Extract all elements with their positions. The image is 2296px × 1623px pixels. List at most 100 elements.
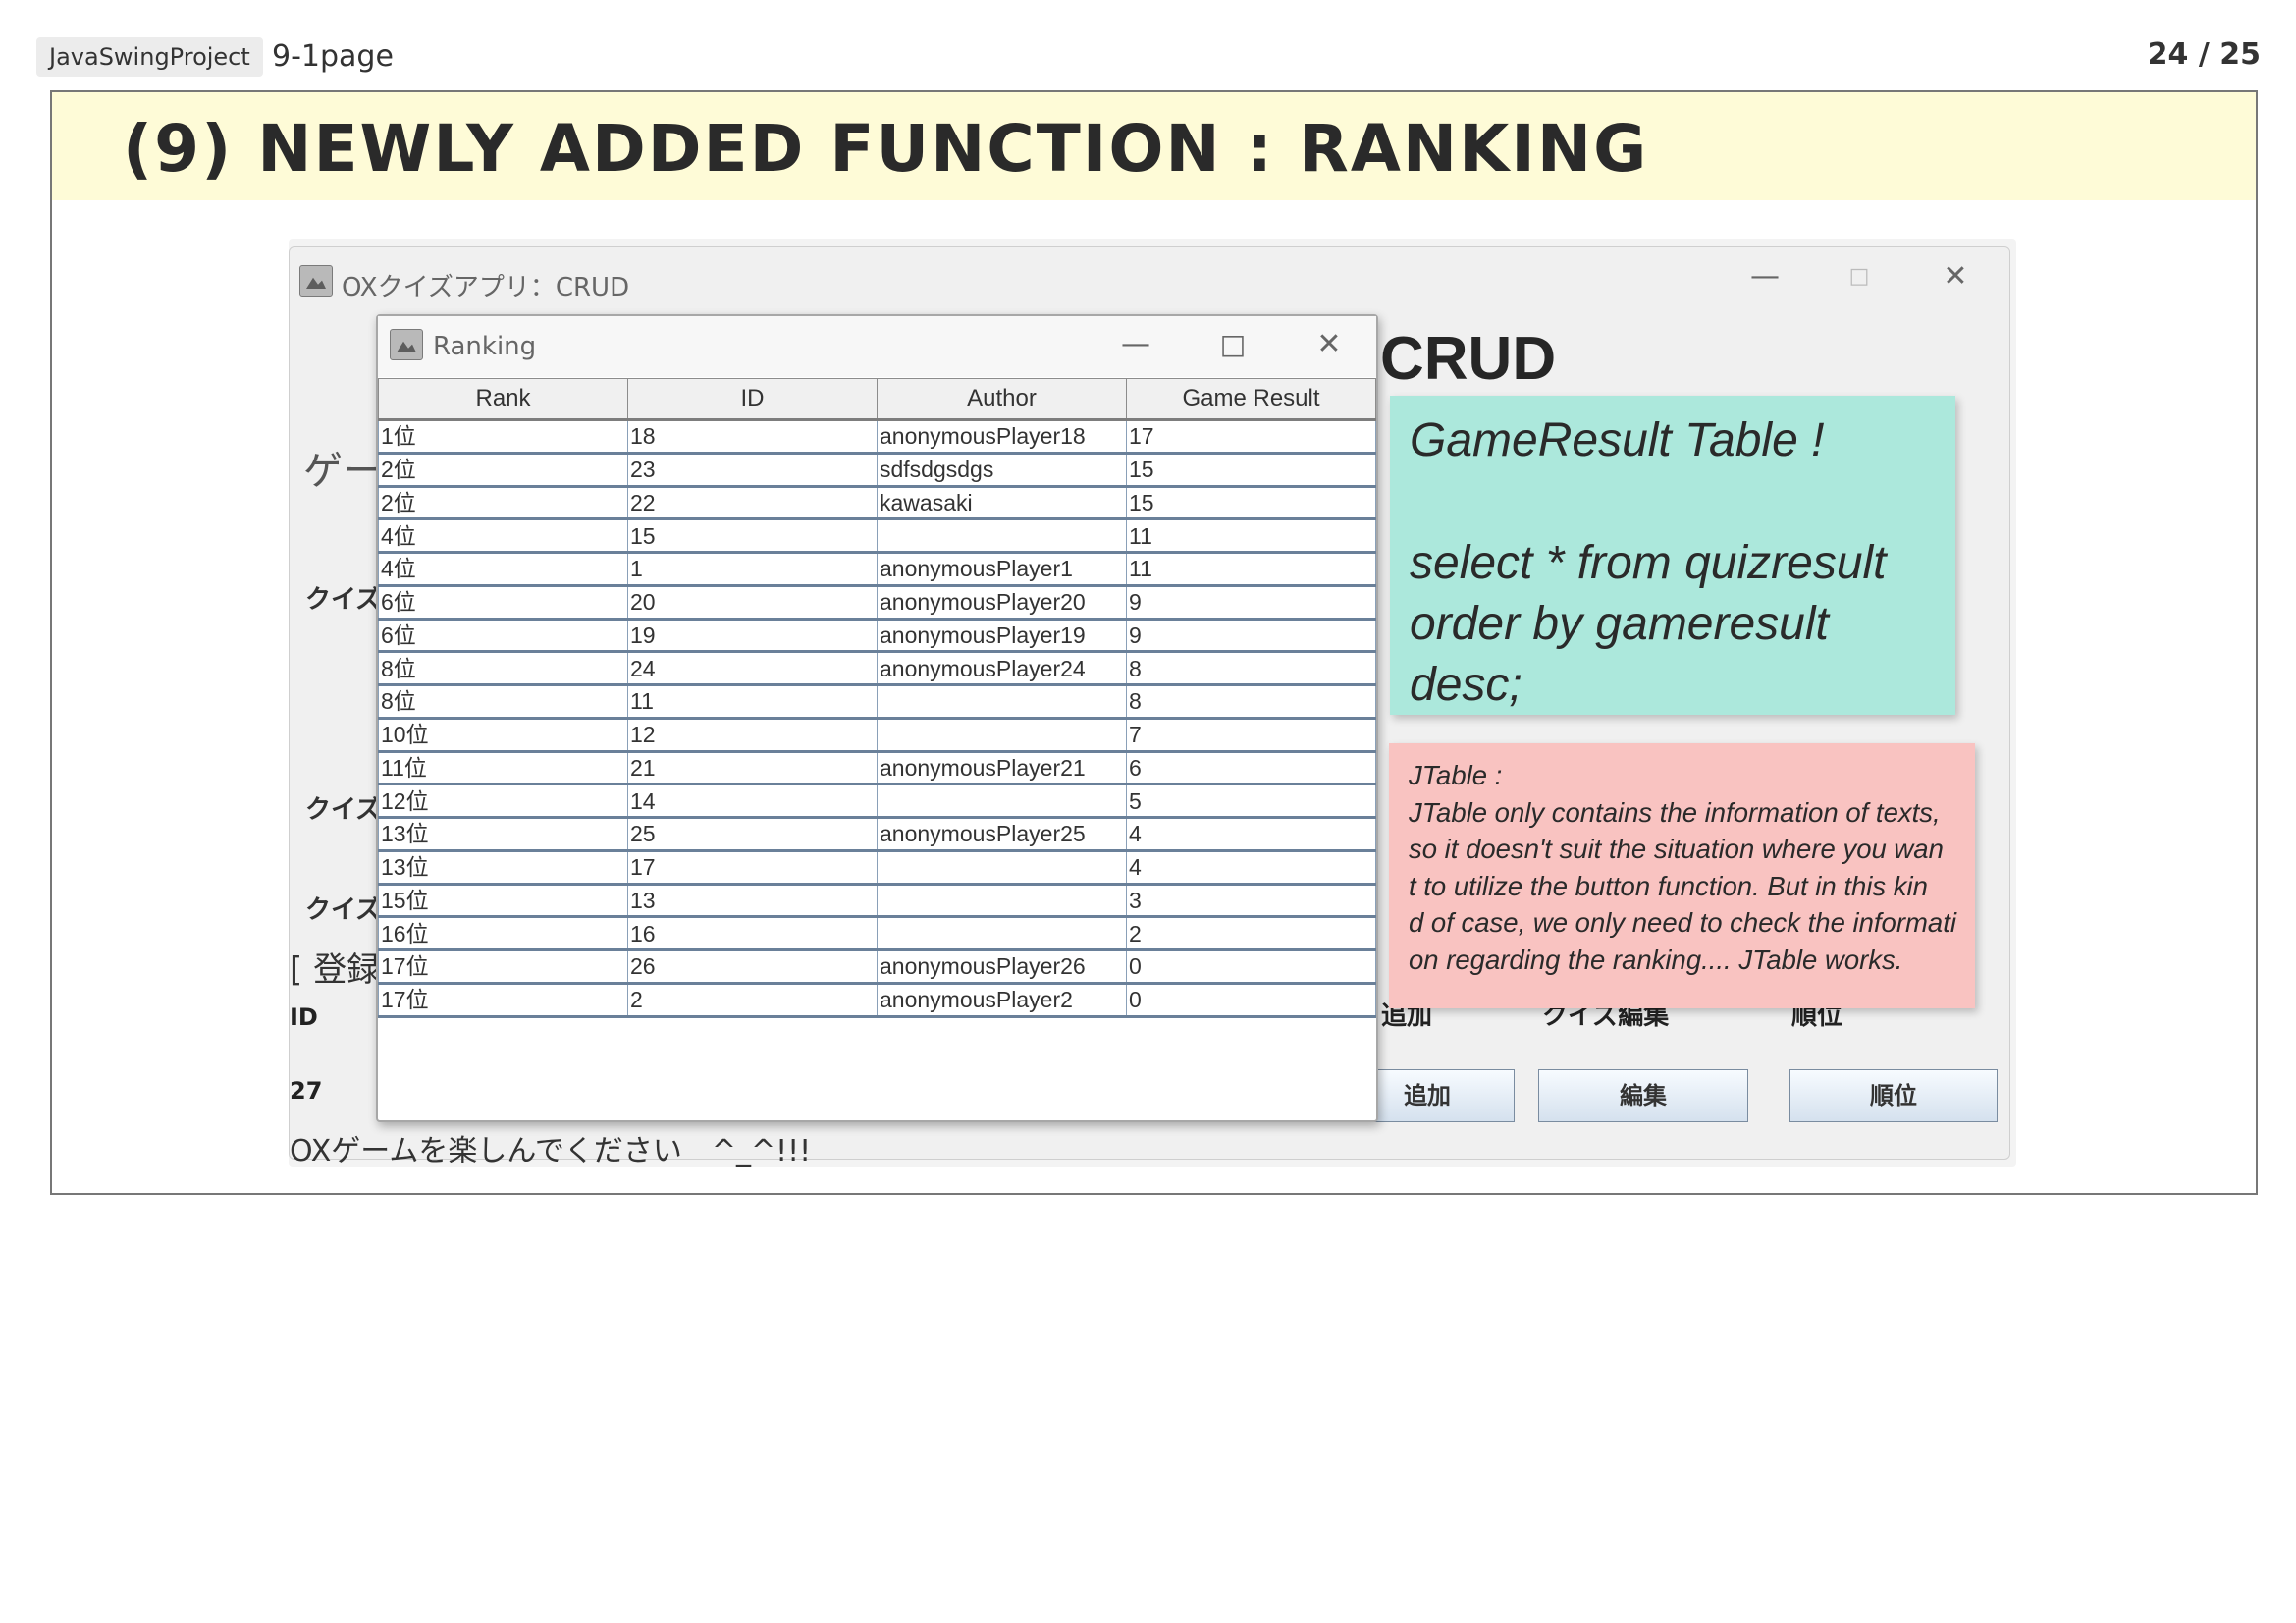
table-row[interactable]: 15位 13 3 <box>378 883 1376 919</box>
game-result-cell[interactable]: 17 <box>1126 419 1376 455</box>
id-cell[interactable]: 11 <box>627 684 878 720</box>
game-result-cell[interactable]: 11 <box>1126 552 1376 587</box>
game-result-cell[interactable]: 3 <box>1126 883 1376 919</box>
id-cell[interactable]: 22 <box>627 485 878 521</box>
author-cell[interactable] <box>877 684 1127 720</box>
rank-cell[interactable]: 6位 <box>378 618 628 654</box>
author-cell[interactable]: anonymousPlayer21 <box>877 750 1127 786</box>
ranking-table[interactable]: Rank ID Author Game Result 1位 18 anonymous… <box>378 378 1376 1018</box>
rank-cell[interactable]: 4位 <box>378 552 628 587</box>
game-result-cell[interactable]: 9 <box>1126 584 1376 621</box>
author-cell[interactable] <box>877 849 1127 886</box>
id-cell[interactable]: 16 <box>627 916 878 951</box>
table-row[interactable]: 11位 21 anonymousPlayer21 6 <box>378 750 1376 786</box>
rank-cell[interactable]: 4位 <box>378 518 628 554</box>
author-cell[interactable]: sdfsdgsdgs <box>877 452 1127 488</box>
table-row[interactable]: 16位 16 2 <box>378 916 1376 951</box>
game-result-cell[interactable]: 8 <box>1126 684 1376 720</box>
rank-cell[interactable]: 15位 <box>378 883 628 919</box>
table-row[interactable]: 4位 15 11 <box>378 518 1376 554</box>
game-result-cell[interactable]: 0 <box>1126 982 1376 1018</box>
rank-cell[interactable]: 17位 <box>378 949 628 985</box>
game-result-cell[interactable]: 15 <box>1126 452 1376 488</box>
id-cell[interactable]: 15 <box>627 518 878 554</box>
column-header-author[interactable]: Author <box>877 378 1127 421</box>
table-row[interactable]: 13位 25 anonymousPlayer25 4 <box>378 817 1376 852</box>
rank-cell[interactable]: 17位 <box>378 982 628 1018</box>
table-row[interactable]: 6位 19 anonymousPlayer19 9 <box>378 618 1376 654</box>
rank-cell[interactable]: 2位 <box>378 452 628 488</box>
maximize-icon[interactable]: □ <box>1835 257 1884 297</box>
author-cell[interactable] <box>877 784 1127 819</box>
author-cell[interactable]: anonymousPlayer18 <box>877 419 1127 455</box>
edit-button[interactable]: 編集 <box>1538 1069 1748 1122</box>
table-row[interactable]: 10位 12 7 <box>378 717 1376 753</box>
author-cell[interactable]: anonymousPlayer24 <box>877 651 1127 686</box>
game-result-cell[interactable]: 8 <box>1126 651 1376 686</box>
game-result-cell[interactable]: 4 <box>1126 817 1376 852</box>
game-result-cell[interactable]: 9 <box>1126 618 1376 654</box>
table-row[interactable]: 6位 20 anonymousPlayer20 9 <box>378 584 1376 621</box>
id-cell[interactable]: 21 <box>627 750 878 786</box>
id-cell[interactable]: 14 <box>627 784 878 819</box>
rank-cell[interactable]: 2位 <box>378 485 628 521</box>
game-result-cell[interactable]: 4 <box>1126 849 1376 886</box>
rank-cell[interactable]: 13位 <box>378 849 628 886</box>
rank-cell[interactable]: 16位 <box>378 916 628 951</box>
rank-cell[interactable]: 11位 <box>378 750 628 786</box>
author-cell[interactable]: anonymousPlayer20 <box>877 584 1127 621</box>
table-row[interactable]: 1位 18 anonymousPlayer18 17 <box>378 419 1376 455</box>
minimize-icon[interactable]: — <box>1111 324 1160 367</box>
id-cell[interactable]: 20 <box>627 584 878 621</box>
author-cell[interactable]: anonymousPlayer1 <box>877 552 1127 587</box>
rank-cell[interactable]: 1位 <box>378 419 628 455</box>
author-cell[interactable]: anonymousPlayer26 <box>877 949 1127 985</box>
rank-cell[interactable]: 8位 <box>378 684 628 720</box>
id-cell[interactable]: 19 <box>627 618 878 654</box>
game-result-cell[interactable]: 11 <box>1126 518 1376 554</box>
game-result-cell[interactable]: 5 <box>1126 784 1376 819</box>
author-cell[interactable]: anonymousPlayer2 <box>877 982 1127 1018</box>
id-cell[interactable]: 25 <box>627 817 878 852</box>
id-cell[interactable]: 2 <box>627 982 878 1018</box>
table-row[interactable]: 2位 22 kawasaki 15 <box>378 485 1376 521</box>
author-cell[interactable] <box>877 883 1127 919</box>
table-row[interactable]: 17位 2 anonymousPlayer2 0 <box>378 982 1376 1018</box>
column-header-rank[interactable]: Rank <box>378 378 628 421</box>
game-result-cell[interactable]: 6 <box>1126 750 1376 786</box>
game-result-cell[interactable]: 7 <box>1126 717 1376 753</box>
id-cell[interactable]: 12 <box>627 717 878 753</box>
id-cell[interactable]: 13 <box>627 883 878 919</box>
rank-cell[interactable]: 8位 <box>378 651 628 686</box>
id-cell[interactable]: 1 <box>627 552 878 587</box>
rank-cell[interactable]: 6位 <box>378 584 628 621</box>
minimize-icon[interactable]: — <box>1740 257 1789 297</box>
id-cell[interactable]: 23 <box>627 452 878 488</box>
game-result-cell[interactable]: 2 <box>1126 916 1376 951</box>
author-cell[interactable] <box>877 518 1127 554</box>
column-header-game-result[interactable]: Game Result <box>1126 378 1376 421</box>
rank-cell[interactable]: 12位 <box>378 784 628 819</box>
author-cell[interactable]: anonymousPlayer19 <box>877 618 1127 654</box>
rank-cell[interactable]: 10位 <box>378 717 628 753</box>
id-cell[interactable]: 18 <box>627 419 878 455</box>
table-row[interactable]: 13位 17 4 <box>378 849 1376 886</box>
rank-cell[interactable]: 13位 <box>378 817 628 852</box>
id-cell[interactable]: 26 <box>627 949 878 985</box>
column-header-id[interactable]: ID <box>627 378 878 421</box>
author-cell[interactable] <box>877 717 1127 753</box>
table-row[interactable]: 2位 23 sdfsdgsdgs 15 <box>378 452 1376 488</box>
game-result-cell[interactable]: 0 <box>1126 949 1376 985</box>
close-icon[interactable]: ✕ <box>1931 257 1980 297</box>
maximize-icon[interactable]: □ <box>1208 324 1257 367</box>
author-cell[interactable]: anonymousPlayer25 <box>877 817 1127 852</box>
id-cell[interactable]: 17 <box>627 849 878 886</box>
table-row[interactable]: 8位 24 anonymousPlayer24 8 <box>378 651 1376 686</box>
table-row[interactable]: 12位 14 5 <box>378 784 1376 819</box>
author-cell[interactable]: kawasaki <box>877 485 1127 521</box>
table-row[interactable]: 4位 1 anonymousPlayer1 11 <box>378 552 1376 587</box>
ranking-button[interactable]: 順位 <box>1789 1069 1998 1122</box>
author-cell[interactable] <box>877 916 1127 951</box>
table-row[interactable]: 17位 26 anonymousPlayer26 0 <box>378 949 1376 985</box>
table-row[interactable]: 8位 11 8 <box>378 684 1376 720</box>
